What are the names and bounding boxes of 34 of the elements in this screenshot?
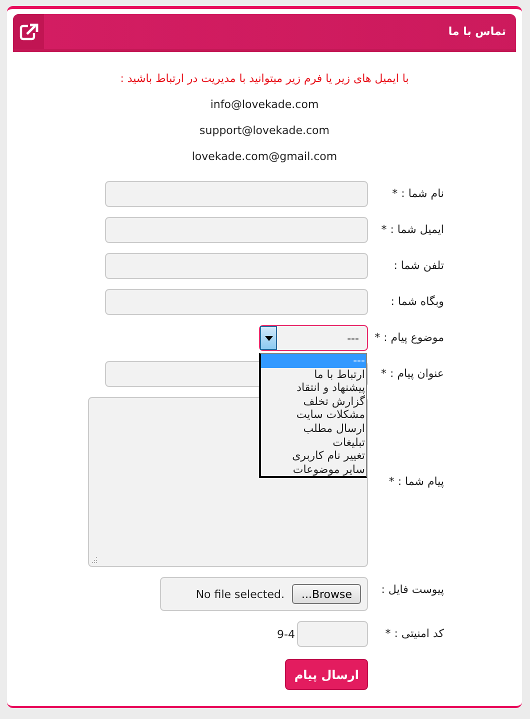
input-field[interactable] bbox=[105, 181, 368, 207]
field-label: کد امنیتی : * bbox=[384, 626, 444, 642]
input-field[interactable] bbox=[105, 217, 368, 243]
dropdown-option[interactable]: تبلیغات bbox=[261, 436, 366, 450]
panel-title: تماس با ما bbox=[448, 25, 506, 38]
field-label: وبگاه شما : bbox=[390, 294, 444, 310]
dropdown-option[interactable]: ارسال مطلب bbox=[261, 422, 366, 436]
field-label: عنوان پیام : * bbox=[380, 366, 444, 382]
field-label: تلفن شما : bbox=[392, 258, 444, 274]
dropdown-option[interactable]: پیشنهاد و انتقاد bbox=[261, 381, 366, 395]
dropdown-option[interactable]: تغییر نام کاربری bbox=[261, 449, 366, 463]
browse-button[interactable]: ...Browse bbox=[292, 584, 361, 604]
dropdown-option[interactable]: سایر موضوعات bbox=[261, 462, 366, 476]
email-address: lovekade.com@gmail.com bbox=[192, 150, 338, 163]
field-label: نام شما : * bbox=[391, 186, 444, 202]
send-button[interactable]: ارسال پیام bbox=[285, 659, 368, 690]
input-field[interactable] bbox=[105, 253, 368, 279]
dropdown-option[interactable]: مشکلات سایت bbox=[261, 408, 366, 422]
intro-text: با ایمیل های زیر یا فرم زیر میتوانید با مدیریت در ارتباط باشید : bbox=[119, 72, 410, 85]
dropdown-option[interactable]: ارتباط با ما bbox=[261, 368, 366, 382]
captcha-code: 9-4 bbox=[277, 628, 295, 640]
captcha-field[interactable] bbox=[297, 621, 368, 647]
file-field[interactable]: No file selected. ...Browse bbox=[160, 577, 368, 611]
caret-icon[interactable] bbox=[260, 326, 277, 350]
file-status: No file selected. bbox=[196, 588, 284, 600]
email-address: info@lovekade.com bbox=[210, 98, 319, 111]
input-field[interactable] bbox=[105, 289, 368, 315]
field-label: ایمیل شما : * bbox=[380, 222, 444, 238]
field-label: پیوست فایل : bbox=[380, 582, 444, 598]
field-label: موضوع پیام : * bbox=[374, 330, 444, 346]
external-link-icon[interactable] bbox=[18, 22, 38, 40]
dropdown-option[interactable]: گزارش تخلف bbox=[261, 394, 366, 408]
email-address: support@lovekade.com bbox=[200, 124, 330, 137]
field-label: پیام شما : * bbox=[388, 474, 444, 490]
